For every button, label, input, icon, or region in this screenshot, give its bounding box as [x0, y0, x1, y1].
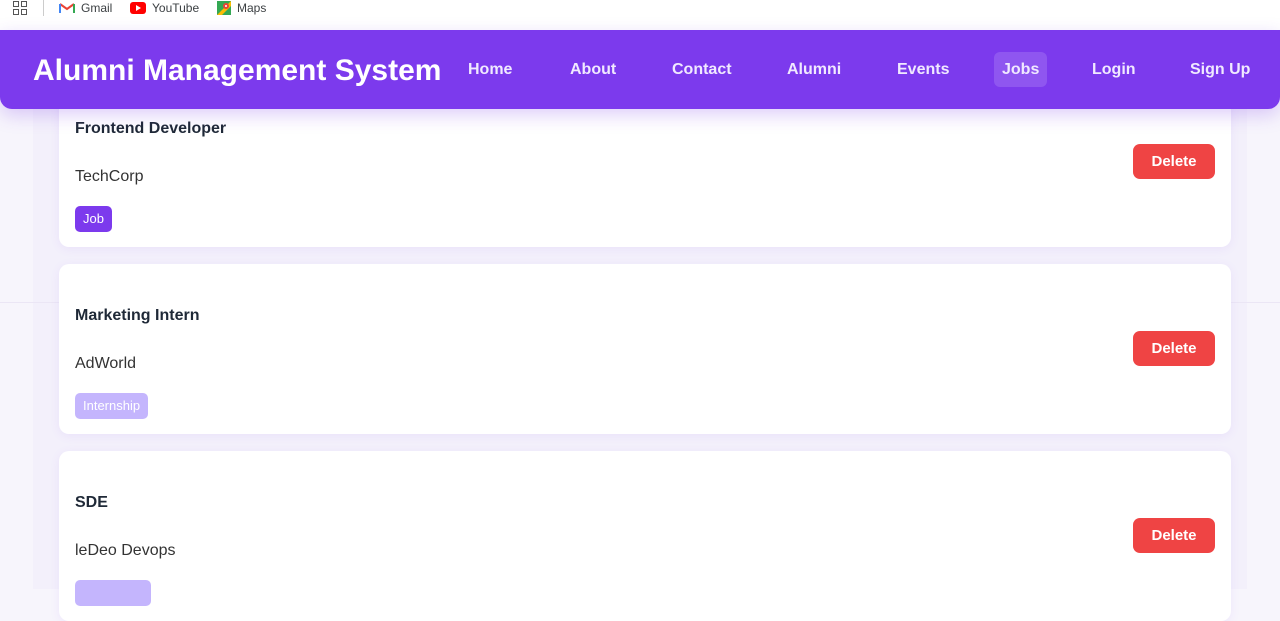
delete-button[interactable]: Delete [1133, 144, 1215, 179]
nav-alumni[interactable]: Alumni [779, 52, 849, 87]
nav-jobs[interactable]: Jobs [994, 52, 1048, 87]
job-type-badge: Internship [75, 393, 149, 419]
bookmarks-bar: Gmail YouTube Maps [0, 0, 1280, 30]
job-company: TechCorp [75, 168, 144, 185]
main-navbar: Alumni Management System Home About Cont… [0, 30, 1280, 109]
nav-events[interactable]: Events [889, 52, 957, 87]
delete-button[interactable]: Delete [1133, 518, 1215, 553]
bookmark-youtube[interactable]: YouTube [130, 0, 199, 16]
job-company: leDeo Devops [75, 542, 176, 559]
job-card: Marketing Intern AdWorld Internship Dele… [59, 264, 1231, 434]
job-title: Frontend Developer [75, 120, 227, 137]
site-brand[interactable]: Alumni Management System [33, 54, 441, 88]
bookmark-label: Gmail [81, 1, 113, 15]
youtube-icon [130, 2, 146, 14]
job-title: Marketing Intern [75, 307, 200, 324]
job-type-badge [75, 580, 151, 606]
apps-grid-icon[interactable] [13, 1, 27, 15]
nav-home[interactable]: Home [460, 52, 520, 87]
job-title: SDE [75, 494, 108, 511]
nav-about[interactable]: About [562, 52, 624, 87]
bookmark-gmail[interactable]: Gmail [59, 0, 112, 16]
bookmark-maps[interactable]: Maps [217, 0, 266, 16]
job-company: AdWorld [75, 355, 137, 372]
bookmark-label: YouTube [152, 1, 200, 15]
maps-icon [217, 1, 231, 15]
gmail-icon [59, 3, 75, 13]
nav-signup[interactable]: Sign Up [1182, 52, 1258, 87]
nav-contact[interactable]: Contact [664, 52, 740, 87]
job-card: SDE leDeo Devops Delete [59, 451, 1231, 621]
jobs-content: Frontend Developer TechCorp Job Delete M… [0, 77, 1280, 621]
bookmark-label: Maps [237, 1, 267, 15]
nav-login[interactable]: Login [1084, 52, 1144, 87]
bookmarks-separator [43, 0, 44, 16]
job-type-badge: Job [75, 206, 112, 232]
delete-button[interactable]: Delete [1133, 331, 1215, 366]
